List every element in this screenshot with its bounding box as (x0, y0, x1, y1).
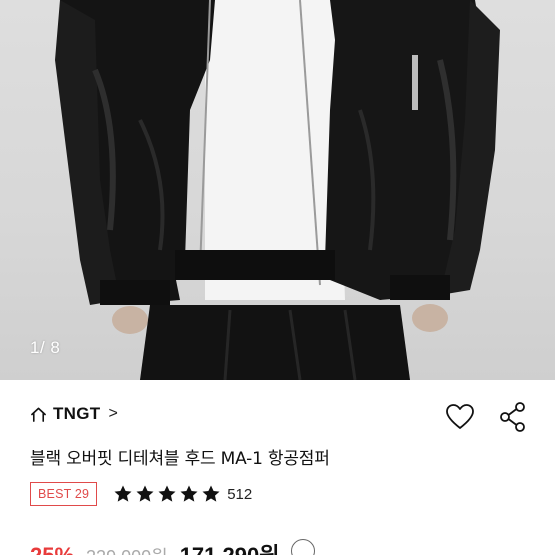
star-icon (136, 485, 154, 502)
heart-icon (446, 404, 474, 429)
brand-link[interactable]: TNGT > (30, 404, 118, 424)
sale-price: 171,290원 (180, 538, 280, 555)
product-title: 블랙 오버핏 디테쳐블 후드 MA-1 항공점퍼 (30, 449, 330, 469)
best-rank-badge[interactable]: BEST 29 (30, 482, 98, 506)
info-icon[interactable] (291, 539, 316, 555)
discount-rate: 25% (30, 543, 74, 555)
product-image[interactable]: 1/ 8 (0, 0, 555, 380)
rating-row: BEST 29 512 (30, 482, 252, 506)
star-icon (158, 485, 176, 502)
star-icon (114, 485, 132, 502)
product-info: TNGT > 블랙 오버핏 디테쳐블 후드 MA-1 항공점퍼 BEST 29 … (0, 380, 555, 555)
share-button[interactable] (496, 400, 530, 434)
chevron-right-icon: > (108, 405, 118, 422)
brand-name: TNGT (53, 404, 101, 423)
like-button[interactable] (443, 400, 477, 434)
original-price: 229,000원 (86, 543, 168, 555)
image-counter: 1/ 8 (30, 338, 61, 357)
jacket-photo (55, 0, 500, 380)
price-row: 25% 229,000원 171,290원 (30, 538, 316, 555)
review-count[interactable]: 512 (227, 486, 252, 503)
star-icon (202, 485, 220, 502)
star-icon (180, 485, 198, 502)
share-icon (500, 402, 525, 432)
home-icon (31, 407, 46, 422)
rating-stars[interactable] (113, 484, 221, 504)
